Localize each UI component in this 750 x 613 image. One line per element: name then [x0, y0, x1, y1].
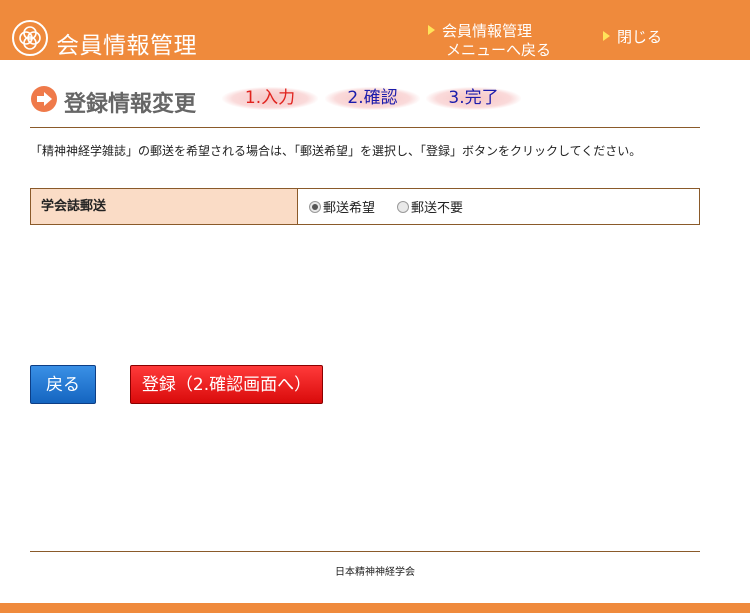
step-input: 1.入力: [222, 87, 318, 110]
instruction-text: 「精神神経学雑誌」の郵送を希望される場合は、「郵送希望」を選択し、「登録」ボタン…: [30, 144, 642, 158]
step-confirm: 2.確認: [325, 87, 420, 110]
heading-divider: [30, 127, 700, 128]
triangle-right-icon: [428, 25, 435, 35]
menu-return-link[interactable]: 会員情報管理 メニューへ戻る: [428, 22, 551, 60]
register-confirm-button[interactable]: 登録（2.確認画面へ）: [130, 365, 323, 404]
journal-mailing-row: 学会誌郵送 郵送希望 郵送不要: [30, 188, 700, 225]
close-link[interactable]: 閉じる: [603, 28, 662, 47]
radio-mail-wanted[interactable]: [309, 200, 321, 213]
close-link-label: 閉じる: [617, 28, 663, 46]
menu-return-line2: メニューへ戻る: [446, 41, 552, 59]
triangle-right-icon: [603, 31, 610, 41]
radio-mail-wanted-label: 郵送希望: [323, 201, 376, 216]
radio-mail-unneeded[interactable]: [397, 200, 410, 213]
arrow-right-circle-icon: [31, 86, 57, 112]
radio-option-mail-unneeded[interactable]: 郵送不要: [397, 197, 463, 216]
menu-return-line1: 会員情報管理: [442, 22, 533, 40]
footer-divider: [30, 551, 700, 552]
footer-bar: [0, 603, 750, 613]
app-title: 会員情報管理: [56, 33, 197, 59]
radio-mail-unneeded-label: 郵送不要: [411, 201, 464, 216]
journal-mailing-options: 郵送希望 郵送不要: [298, 189, 699, 224]
society-emblem-icon: [12, 20, 48, 56]
footer-organization: 日本精神神経学会: [335, 567, 415, 578]
radio-option-mail-wanted[interactable]: 郵送希望: [309, 197, 375, 216]
back-button[interactable]: 戻る: [30, 365, 96, 404]
journal-mailing-label: 学会誌郵送: [31, 189, 298, 224]
step-complete: 3.完了: [426, 87, 521, 110]
page-title: 登録情報変更: [64, 92, 197, 117]
header-bar: 会員情報管理 会員情報管理 メニューへ戻る 閉じる: [0, 0, 750, 60]
